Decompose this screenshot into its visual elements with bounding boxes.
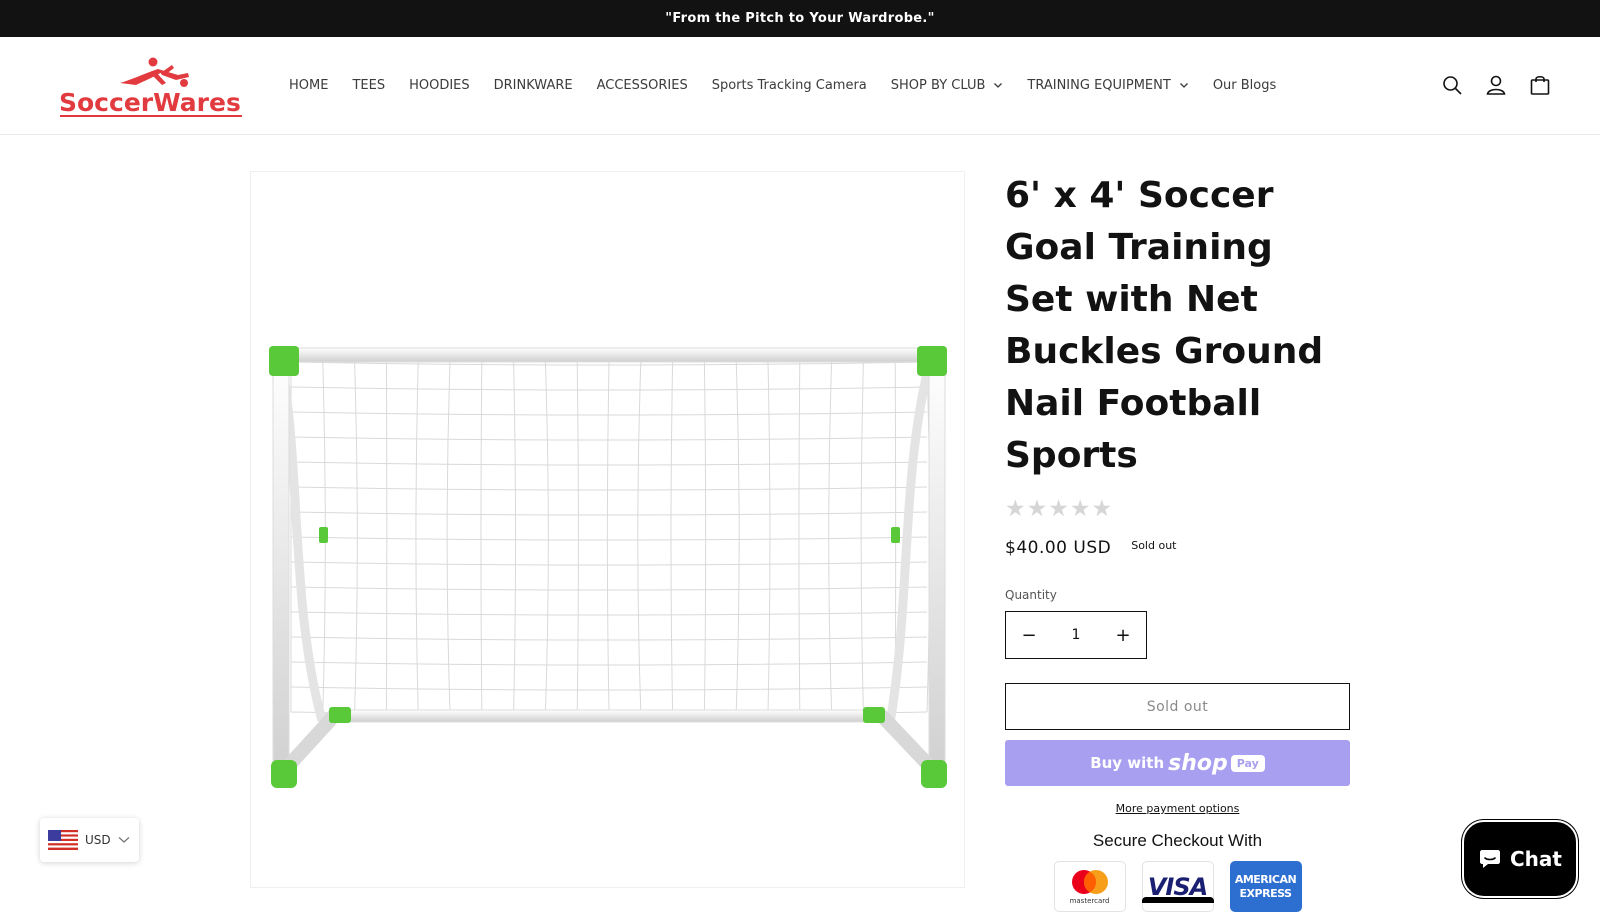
buy-with-label: Buy with [1090, 754, 1165, 772]
sold-out-badge: Sold out [1131, 538, 1177, 552]
amex-label-line1: AMERICAN [1234, 872, 1297, 886]
chat-bubble-icon [1480, 850, 1500, 868]
nav-item-our-blogs[interactable]: Our Blogs [1213, 78, 1276, 93]
nav-item-label: DRINKWARE [493, 77, 573, 93]
price-row: $40.00 USD Sold out [1005, 538, 1350, 558]
logo-player-icon: SoccerWares [59, 57, 242, 117]
nav-item-tees[interactable]: TEES [352, 78, 385, 93]
main-nav: HOME TEES HOODIES DRINKWARE ACCESSORIES Sport… [289, 75, 1300, 95]
chat-button[interactable]: Chat [1462, 820, 1578, 898]
announcement-bar: "From the Pitch to Your Wardrobe." [0, 0, 1600, 37]
nav-item-label: TRAINING EQUIPMENT [1027, 77, 1171, 93]
cart-icon[interactable] [1528, 73, 1552, 97]
quantity-increase-button[interactable]: + [1100, 612, 1146, 658]
header-icons [1420, 73, 1552, 97]
secure-checkout-heading: Secure Checkout With [1092, 831, 1263, 850]
chat-label: Chat [1510, 847, 1562, 871]
nav-item-label: TEES [352, 77, 386, 93]
us-flag-icon [48, 830, 78, 850]
pay-logo: Pay [1230, 754, 1265, 772]
amex-label-line2: EXPRESS [1239, 886, 1292, 900]
nav-item-drinkware[interactable]: DRINKWARE [494, 78, 573, 93]
quantity-stepper: − + [1005, 611, 1147, 659]
buy-with-shop-pay-button[interactable]: Buy with shop Pay [1005, 740, 1350, 786]
nav-item-hoodies[interactable]: HOODIES [409, 78, 470, 93]
currency-selector[interactable]: USD [40, 818, 139, 862]
product-price: $40.00 USD [1005, 538, 1112, 558]
chevron-down-icon [118, 837, 130, 843]
apple-pay-logo-partial [1142, 897, 1214, 903]
nav-item-training-equipment[interactable]: TRAINING EQUIPMENT [1027, 78, 1188, 93]
nav-item-label: SHOP BY CLUB [890, 77, 986, 93]
more-payment-options-link[interactable]: More payment options [1005, 802, 1350, 815]
search-icon[interactable] [1440, 73, 1464, 97]
amex-logo: AMERICAN EXPRESS [1229, 861, 1302, 912]
account-icon[interactable] [1484, 73, 1508, 97]
mastercard-icon [1071, 870, 1108, 894]
rating-stars[interactable]: ★★★★★ [1005, 496, 1350, 522]
chevron-down-icon [994, 83, 1003, 88]
nav-item-home[interactable]: HOME [289, 78, 328, 93]
product-image[interactable] [250, 171, 965, 888]
product-title: 6' x 4' Soccer Goal Training Set with Ne… [1005, 175, 1324, 476]
shop-logo: shop [1168, 750, 1228, 776]
quantity-input[interactable] [1056, 627, 1096, 643]
chat-button-content: Chat [1478, 847, 1562, 871]
nav-item-label: ACCESSORIES [596, 77, 688, 93]
chevron-down-icon [1179, 83, 1188, 88]
quantity-label: Quantity [1005, 588, 1057, 602]
currency-code: USD [85, 833, 111, 847]
soccer-goal-image [269, 346, 947, 788]
amex-label: AMERICAN EXPRESS [1234, 872, 1297, 901]
nav-item-accessories[interactable]: ACCESSORIES [597, 78, 688, 93]
product-info: 6' x 4' Soccer Goal Training Set with Ne… [1005, 170, 1350, 912]
sold-out-button[interactable]: Sold out [1005, 683, 1350, 730]
announcement-text: "From the Pitch to Your Wardrobe." [665, 11, 935, 26]
mastercard-logo: mastercard [1053, 861, 1126, 912]
nav-item-sports-tracking-camera[interactable]: Sports Tracking Camera [712, 78, 867, 93]
nav-item-label: Sports Tracking Camera [711, 77, 867, 93]
quantity-decrease-button[interactable]: − [1006, 612, 1052, 658]
nav-item-shop-by-club[interactable]: SHOP BY CLUB [891, 78, 1004, 93]
brand-logo[interactable]: SoccerWares [58, 53, 248, 119]
mastercard-label: mastercard [1069, 897, 1110, 905]
site-header: SoccerWares HOME TEES HOODIES DRINKWARE ACCE… [0, 37, 1600, 135]
nav-item-label: Our Blogs [1212, 77, 1277, 93]
payment-cards: mastercard VISA AMERICAN EXPRESS [1005, 861, 1350, 912]
svg-text:SoccerWares: SoccerWares [59, 88, 241, 117]
nav-item-label: HOODIES [409, 77, 470, 93]
visa-logo: VISA [1141, 861, 1214, 912]
nav-item-label: HOME [289, 77, 329, 93]
